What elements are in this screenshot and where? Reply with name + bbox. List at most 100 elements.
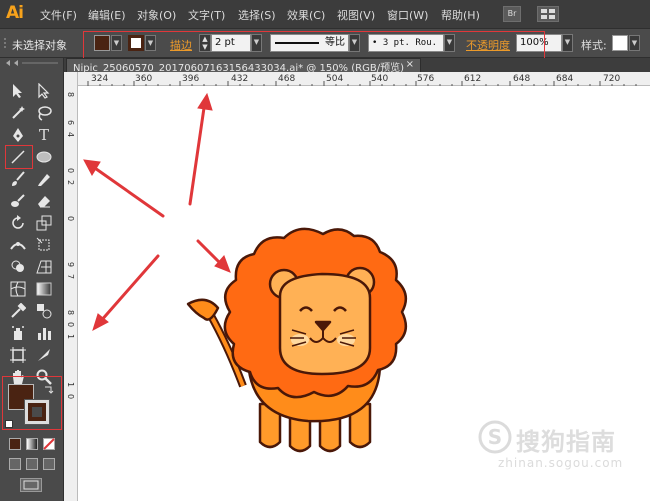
menu-window[interactable]: 窗口(W) [387, 7, 428, 23]
chevron-down-icon: ▼ [631, 39, 638, 47]
menu-effect[interactable]: 效果(C) [287, 7, 325, 23]
type-t-icon: T [38, 126, 49, 144]
ruler-tick: 0 [66, 168, 75, 174]
menu-file[interactable]: 文件(F) [40, 7, 77, 23]
menu-type[interactable]: 文字(T) [188, 7, 225, 23]
sogou-logo-icon: S [478, 420, 512, 454]
annotation-arrows [83, 92, 231, 332]
menu-help[interactable]: 帮助(H) [441, 7, 480, 23]
document-tab[interactable]: Nipic_25060570_20170607163156433034.ai* … [66, 58, 421, 74]
menu-view[interactable]: 视图(V) [337, 7, 375, 23]
arrowhead-icon [83, 159, 101, 177]
annotation-highlight-line-tool [5, 145, 33, 169]
watermark: S 搜狗指南 zhinan.sogou.com [478, 418, 648, 478]
type-tool[interactable]: T [33, 124, 55, 146]
watermark-url: zhinan.sogou.com [498, 456, 624, 470]
column-graph-tool[interactable] [33, 322, 55, 344]
magic-wand-icon [12, 106, 25, 119]
mesh-tool[interactable] [7, 278, 29, 300]
scale-tool[interactable] [33, 212, 55, 234]
menu-edit[interactable]: 编辑(E) [88, 7, 126, 23]
eraser-tool[interactable] [33, 190, 55, 212]
draw-normal-button[interactable] [9, 458, 21, 470]
pencil-icon [38, 174, 50, 186]
arrow-white-icon [38, 83, 50, 99]
column-graph-icon [38, 328, 51, 340]
lasso-icon [38, 106, 52, 121]
panel-collapse-icon[interactable] [4, 60, 60, 66]
none-slash-icon [43, 438, 55, 450]
eyedropper-tool[interactable] [7, 300, 29, 322]
lasso-tool[interactable] [33, 102, 55, 124]
pen-nib-icon [13, 128, 23, 142]
gradient-icon [36, 282, 52, 296]
annotation-highlight-controlbar [83, 31, 545, 59]
none-mode-button[interactable] [43, 438, 55, 450]
arrow-left-icon [90, 164, 165, 218]
arrange-grid-icon [541, 9, 555, 19]
horizontal-ruler[interactable]: 324 360 396 432 468 504 540 576 612 648 … [78, 72, 650, 86]
ellipse-icon [36, 151, 52, 163]
ruler-tick: 0 [66, 394, 75, 400]
ruler-tick: 2 [66, 180, 75, 186]
graphic-style-swatch[interactable] [612, 35, 628, 51]
menu-select[interactable]: 选择(S) [238, 7, 276, 23]
screen-mode-button[interactable] [20, 478, 42, 492]
width-icon [10, 242, 26, 250]
arrange-documents-button[interactable] [537, 6, 559, 22]
draw-inside-button[interactable] [43, 458, 55, 470]
magic-wand-tool[interactable] [7, 102, 29, 124]
bridge-button[interactable]: Br [503, 6, 521, 22]
rotate-tool[interactable] [7, 212, 29, 234]
ruler-tick: 8 [66, 310, 75, 316]
gradient-mode-button[interactable] [26, 438, 38, 450]
opacity-dropdown[interactable]: ▼ [562, 34, 573, 52]
shape-builder-tool[interactable] [7, 256, 29, 278]
slice-tool[interactable] [33, 344, 55, 366]
pen-tool[interactable] [7, 124, 29, 146]
pencil-tool[interactable] [33, 168, 55, 190]
blend-tool[interactable] [33, 300, 55, 322]
vertical-ruler[interactable]: 8 6 4 0 2 0 9 7 8 0 1 1 0 [64, 72, 78, 501]
artboard-icon [10, 347, 26, 363]
gradient-tool[interactable] [33, 278, 55, 300]
color-mode-button[interactable] [9, 438, 21, 450]
blob-brush-tool[interactable] [7, 190, 29, 212]
watermark-text: 搜狗指南 [516, 428, 616, 456]
draw-behind-button[interactable] [26, 458, 38, 470]
menu-object[interactable]: 对象(O) [137, 7, 176, 23]
direct-selection-tool[interactable] [33, 80, 55, 102]
ruler-tick: 0 [66, 216, 75, 222]
close-icon[interactable]: × [406, 59, 414, 70]
style-label: 样式: [581, 39, 607, 52]
arrow-up-icon [188, 99, 207, 206]
artboard-tool[interactable] [7, 344, 29, 366]
arrowhead-icon [197, 92, 213, 111]
style-dropdown[interactable]: ▼ [629, 35, 640, 51]
paintbrush-tool[interactable] [7, 168, 29, 190]
chevron-down-icon: ▼ [564, 38, 571, 46]
ellipse-tool[interactable] [33, 146, 55, 168]
symbol-sprayer-tool[interactable] [7, 322, 29, 344]
arrow-black-icon [13, 84, 22, 98]
screen-mode-icon [23, 480, 39, 490]
menu-bar: Ai 文件(F) 编辑(E) 对象(O) 文字(T) 选择(S) 效果(C) 视… [0, 0, 650, 28]
ruler-tick: 8 [66, 92, 75, 98]
eraser-icon [38, 196, 50, 208]
slice-knife-icon [38, 349, 50, 361]
free-transform-tool[interactable] [33, 234, 55, 256]
ruler-tick: 9 [66, 262, 75, 268]
rotate-icon [12, 215, 24, 229]
perspective-grid-tool[interactable] [33, 256, 55, 278]
annotation-highlight-colors [2, 376, 62, 430]
eyedropper-icon [11, 303, 26, 318]
width-tool[interactable] [7, 234, 29, 256]
ruler-tick: 1 [66, 382, 75, 388]
ruler-tick: 1 [66, 334, 75, 340]
app-logo: Ai [6, 3, 24, 23]
perspective-grid-icon [36, 260, 52, 274]
scale-icon [36, 215, 52, 231]
ruler-tick: 4 [66, 132, 75, 138]
lion-tail-tip [186, 298, 220, 321]
selection-tool[interactable] [7, 80, 29, 102]
